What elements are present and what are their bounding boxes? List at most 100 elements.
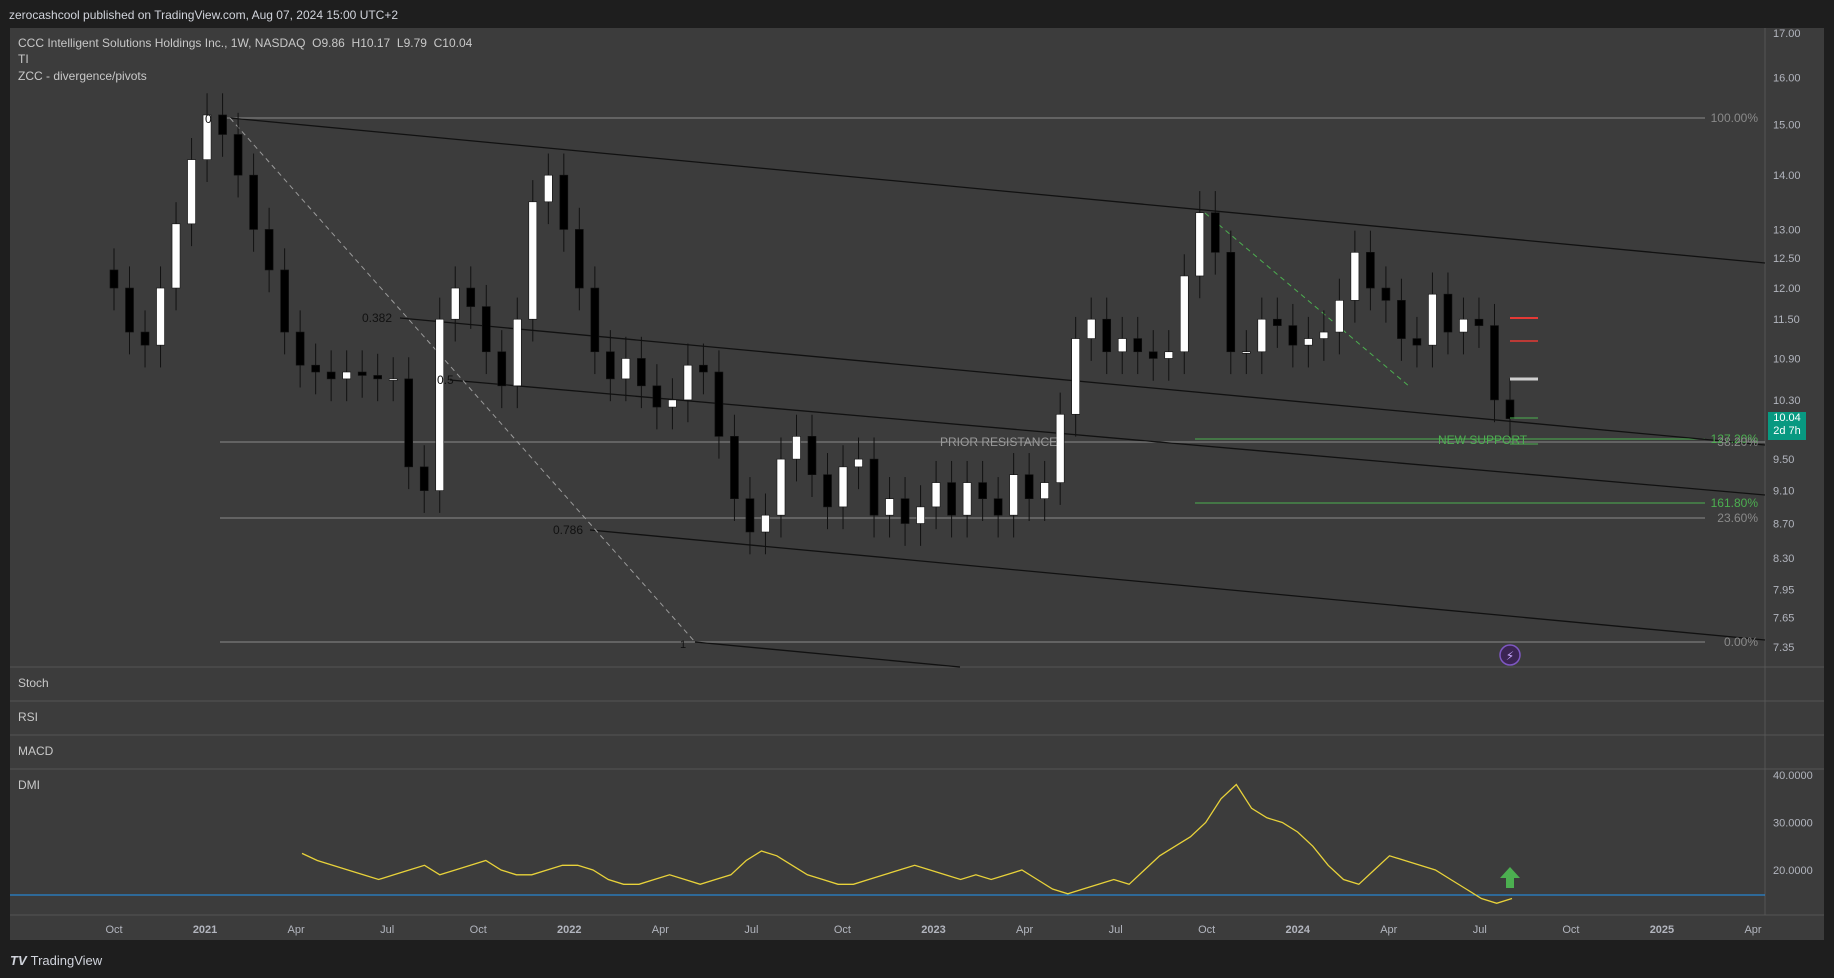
candle-down [978,482,987,500]
time-axis-label: Jul [1473,924,1487,936]
candle-up [1164,351,1174,359]
candle-up [1179,275,1189,353]
price-axis-label: 8.70 [1773,519,1794,531]
fib-0-label: 0 [205,112,212,126]
footer-bar [0,940,1834,978]
price-axis-label: 15.00 [1773,120,1801,132]
fib-382-label: 38.20% [1717,435,1758,449]
candle-down [280,269,289,333]
current-price-tag: 10.04 2d 7h [1768,412,1806,440]
pane-label-dmi[interactable]: DMI [18,778,40,792]
time-axis-label: Oct [834,924,851,936]
dmi-line [301,783,1513,904]
candle-down [326,371,336,380]
price-axis-label: 7.65 [1773,613,1794,625]
candle-up [1304,338,1313,346]
time-axis-label: Apr [652,924,669,936]
candle-down [1412,338,1422,346]
candle-up [931,482,941,508]
candle-down [233,134,243,176]
candle-up [1009,474,1018,516]
candle-down [606,351,615,380]
price-axis[interactable]: 17.00 16.00 15.00 14.00 13.00 12.50 12.00 11.50… [1773,28,1801,654]
chart-svg[interactable]: ⚡ 17.00 16.00 15.00 14.00 13.00 12.50 12.00 11.… [0,0,1834,978]
candle-down [125,287,134,333]
indicator-zcc[interactable]: ZCC - divergence/pivots [18,69,147,83]
candle-down [1490,325,1499,401]
time-axis-label: Jul [744,924,758,936]
candle-down [218,114,227,135]
candle-down [1024,474,1034,500]
channel-low-line [694,641,961,668]
candle-down [652,385,662,408]
candle-up [854,458,863,468]
candle-down [1505,399,1515,419]
new-support-label: NEW SUPPORT [1438,433,1528,447]
time-axis-label: 2021 [193,924,217,936]
dmi-axis[interactable]: 40.0000 30.0000 20.0000 [1773,770,1813,877]
time-axis-label: Jul [1109,924,1123,936]
candle-down [823,474,832,508]
tradingview-brand[interactable]: TV TradingView [10,953,102,968]
price-axis-label: 10.90 [1773,353,1801,365]
candle-up [792,436,801,460]
candle-down [714,371,724,437]
candle-up [1428,293,1437,346]
low-value: 9.79 [403,36,427,50]
dmi-axis-label: 30.0000 [1773,818,1813,830]
candle-down [1397,300,1406,339]
candle-up [885,498,894,516]
candle-up [512,318,522,387]
close-label: C [433,36,443,50]
candle-up [528,201,538,320]
pane-label-rsi[interactable]: RSI [18,710,38,724]
fib-1618-label: 161.80% [1711,496,1759,510]
candle-down [699,364,708,373]
fib-05-label: 0.5 [437,373,454,387]
candle-up [187,159,196,225]
low-label: L [396,36,404,50]
candle-down [419,466,429,491]
symbol-legend[interactable]: CCC Intelligent Solutions Holdings Inc.,… [18,36,472,50]
candle-down [295,331,305,366]
price-axis-label: 9.10 [1773,486,1794,498]
candle-down [900,498,910,524]
candle-down [993,498,1003,516]
candle-down [1474,318,1484,326]
candle-up [1071,338,1080,415]
candle-up [962,482,972,516]
bar-countdown: 2d 7h [1773,425,1801,437]
candle-up [1055,413,1065,483]
indicator-ti[interactable]: TI [18,52,29,66]
time-axis-label: Oct [470,924,487,936]
prior-resistance-label: PRIOR RESISTANCE [940,435,1057,449]
candle-up [1319,331,1329,339]
time-axis-label: Jul [380,924,394,936]
up-arrow-icon [1500,867,1520,888]
high-value: 10.17 [360,36,391,50]
candle-down [1226,252,1236,353]
candle-down [497,351,507,387]
candle-up [1242,351,1251,354]
channel-upper-line [229,117,1766,264]
candle-down [1273,318,1282,326]
time-axis[interactable]: Oct 2021 Apr Jul Oct 2022 Apr Jul Oct 2023 Apr Jul O… [105,924,1761,936]
candle-down [575,229,584,289]
price-axis-label: 10.30 [1773,395,1801,407]
pane-label-stoch[interactable]: Stoch [18,676,49,690]
price-axis-label: 13.00 [1773,224,1801,236]
candle-up [621,358,631,380]
candle-down [590,287,600,353]
price-axis-label: 17.00 [1773,28,1801,40]
time-axis-label: Oct [1198,924,1215,936]
current-price: 10.04 [1773,412,1801,424]
candle-down [1381,287,1391,301]
symbol-name: CCC Intelligent Solutions Holdings Inc.,… [18,36,306,50]
open-value: 9.86 [321,36,345,50]
fib-000-label: 0.00% [1724,635,1758,649]
time-axis-label: 2025 [1650,924,1674,936]
candle-up [1086,318,1096,339]
pane-label-macd[interactable]: MACD [18,744,53,758]
dmi-axis-label: 20.0000 [1773,865,1813,877]
candle-down [869,458,879,516]
